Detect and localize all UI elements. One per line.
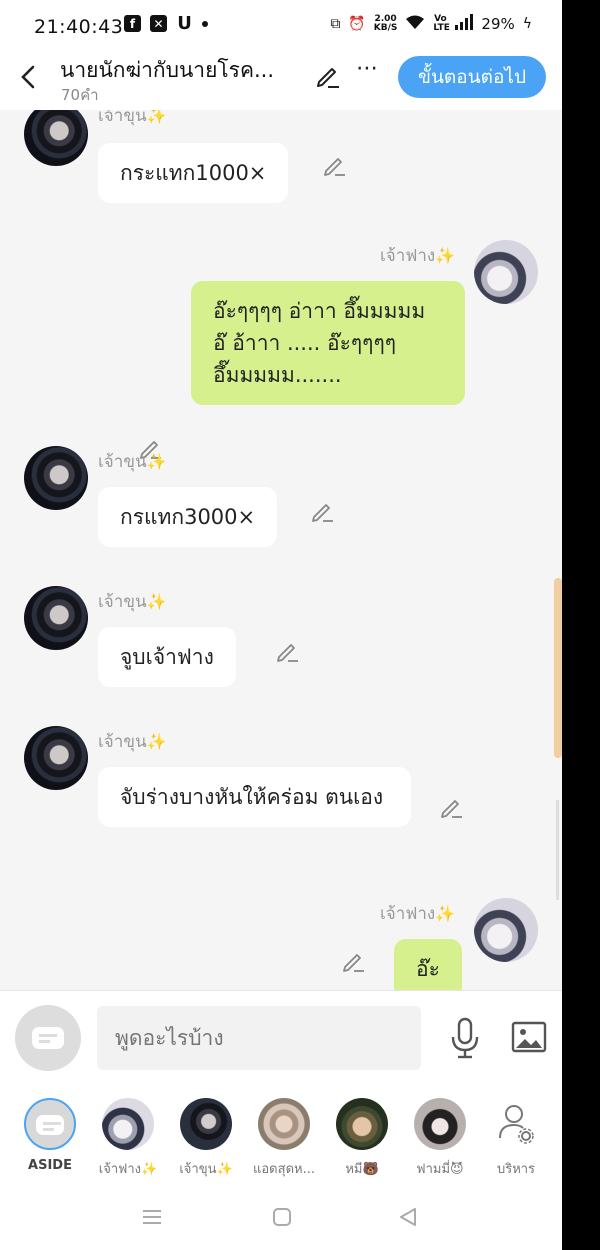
avatar[interactable] <box>24 726 88 790</box>
message-item: เจ้าขุน✨ จับร่างบางหันให้คร่อม ตนเอง <box>0 726 562 866</box>
screen-edge <box>562 0 600 1250</box>
tab-label: ASIDE <box>28 1158 72 1173</box>
avatar <box>102 1098 154 1150</box>
next-step-button[interactable]: ขั้นตอนต่อไป <box>398 56 546 98</box>
edit-message-icon[interactable] <box>322 152 348 178</box>
recent-apps-icon[interactable] <box>141 1206 163 1232</box>
edit-icon[interactable] <box>314 62 342 90</box>
microphone-icon[interactable] <box>448 1016 482 1060</box>
message-bubble[interactable]: อ๊ะๆๆๆๆ อ่าาา อึ๊มมมมม อ๊ อ้าาา ..... อ๊… <box>191 281 465 405</box>
scrollbar-track[interactable] <box>556 800 559 900</box>
avatar <box>414 1098 466 1150</box>
sender-name: เจ้าฟาง✨ <box>380 904 456 924</box>
dot-icon <box>202 20 208 27</box>
avatar <box>180 1098 232 1150</box>
sparkle-icon: ✨ <box>146 592 167 611</box>
sender-name: เจ้าขุน✨ <box>98 452 167 472</box>
phone-screen: 21:40:43 f ✕ U ⧉ ⏰ 2.00 KB/S Vo LTE 29% ϟ… <box>0 0 562 1250</box>
tab-label: เจ้าฟาง✨ <box>98 1162 158 1177</box>
tab-character-fang[interactable]: เจ้าฟาง✨ <box>92 1098 164 1179</box>
avatar[interactable] <box>24 110 88 166</box>
message-bubble[interactable]: กรแทก3000× <box>98 487 278 547</box>
status-time: 21:40:43 <box>34 16 124 38</box>
sender-name: เจ้าขุน✨ <box>98 732 167 752</box>
edit-message-icon[interactable] <box>341 948 367 974</box>
chat-area[interactable]: เจ้าขุน✨ กระแทก1000× เจ้าฟาง✨ อ๊ะๆๆๆๆ อ่… <box>0 110 562 990</box>
message-bubble[interactable]: กระแทก1000× <box>98 143 289 203</box>
more-icon[interactable]: ⋯ <box>356 56 379 81</box>
message-item: เจ้าฟาง✨ อ๊ะๆๆๆๆ อ่าาา อึ๊มมมมม อ๊ อ้าาา… <box>0 240 562 459</box>
speed-indicator: 2.00 KB/S <box>373 14 398 33</box>
back-icon[interactable] <box>14 62 44 92</box>
tab-label: ฟามมี่😈 <box>416 1162 464 1177</box>
chat-header: นายนักฆ่ากับนายโรค... 70คำ ⋯ ขั้นตอนต่อไ… <box>0 52 562 110</box>
avatar[interactable] <box>24 446 88 510</box>
status-bar: 21:40:43 f ✕ U ⧉ ⏰ 2.00 KB/S Vo LTE 29% ϟ <box>0 0 562 52</box>
input-bar <box>0 990 562 1088</box>
tab-aside[interactable]: ASIDE <box>14 1098 86 1173</box>
tab-manage[interactable]: บริหาร <box>480 1098 552 1179</box>
image-icon[interactable] <box>511 1021 547 1053</box>
sparkle-icon: ✨ <box>146 732 167 751</box>
tab-label: แอดสุดห... <box>253 1162 315 1177</box>
notification-icons: f ✕ U <box>124 13 208 34</box>
volte-label: Vo LTE <box>433 14 450 33</box>
edit-message-icon[interactable] <box>275 638 301 664</box>
edit-message-icon[interactable] <box>439 794 465 820</box>
alarm-icon: ⏰ <box>348 16 366 32</box>
manage-user-icon <box>490 1098 542 1150</box>
tab-character-fammy[interactable]: ฟามมี่😈 <box>404 1098 476 1179</box>
edit-message-icon[interactable] <box>310 498 336 524</box>
tab-character-khun[interactable]: เจ้าขุน✨ <box>170 1098 242 1179</box>
message-bubble[interactable]: จับร่างบางหันให้คร่อม ตนเอง <box>98 767 411 827</box>
back-nav-icon[interactable] <box>397 1206 419 1232</box>
navigation-bar <box>0 1188 562 1250</box>
message-input[interactable] <box>97 1006 421 1070</box>
sparkle-icon: ✨ <box>435 246 456 265</box>
avatar <box>336 1098 388 1150</box>
message-item: เจ้าขุน✨ จูบเจ้าฟาง <box>0 586 562 696</box>
tab-character-bear[interactable]: หมี🐻 <box>326 1098 398 1179</box>
u-icon: U <box>177 13 192 34</box>
message-bubble[interactable]: อ๊ะ <box>394 939 462 990</box>
message-item: เจ้าฟาง✨ อ๊ะ <box>0 898 562 990</box>
avatar[interactable] <box>474 898 538 962</box>
sparkle-icon: ✨ <box>146 110 167 125</box>
sparkle-icon: ✨ <box>146 452 167 471</box>
wifi-icon <box>405 14 425 34</box>
tab-label: เจ้าขุน✨ <box>179 1162 233 1177</box>
home-icon[interactable] <box>271 1206 293 1232</box>
avatar[interactable] <box>474 240 538 304</box>
facebook-icon: f <box>124 15 141 32</box>
sender-name: เจ้าขุน✨ <box>98 592 167 612</box>
capcut-icon: ✕ <box>150 15 167 32</box>
character-tabs: ASIDE เจ้าฟาง✨ เจ้าขุน✨ แอดสุดห... หมี🐻 … <box>0 1088 562 1188</box>
battery-percent: 29% <box>481 15 515 33</box>
message-item: เจ้าขุน✨ กรแทก3000× <box>0 446 562 556</box>
cast-icon: ⧉ <box>330 16 341 32</box>
aside-tab-circle <box>24 1098 76 1150</box>
sender-name: เจ้าฟาง✨ <box>380 246 456 266</box>
word-count: 70คำ <box>61 86 99 104</box>
tab-label: หมี🐻 <box>345 1162 379 1177</box>
aside-toggle-button[interactable] <box>15 1005 81 1071</box>
scrollbar-thumb[interactable] <box>554 578 562 758</box>
avatar[interactable] <box>24 586 88 650</box>
sender-name: เจ้าขุน✨ <box>98 110 166 129</box>
chat-bubble-icon <box>36 1115 64 1135</box>
sparkle-icon: ✨ <box>435 904 456 923</box>
chat-bubble-icon <box>32 1027 64 1049</box>
signal-icon <box>455 14 474 34</box>
avatar <box>258 1098 310 1150</box>
message-item: เจ้าขุน✨ กระแทก1000× <box>0 110 562 220</box>
charging-icon: ϟ <box>522 16 532 32</box>
system-icons: ⧉ ⏰ 2.00 KB/S Vo LTE 29% ϟ <box>330 14 532 34</box>
tab-character-admin[interactable]: แอดสุดห... <box>248 1098 320 1179</box>
message-bubble[interactable]: จูบเจ้าฟาง <box>98 627 236 687</box>
tab-label: บริหาร <box>496 1162 536 1177</box>
